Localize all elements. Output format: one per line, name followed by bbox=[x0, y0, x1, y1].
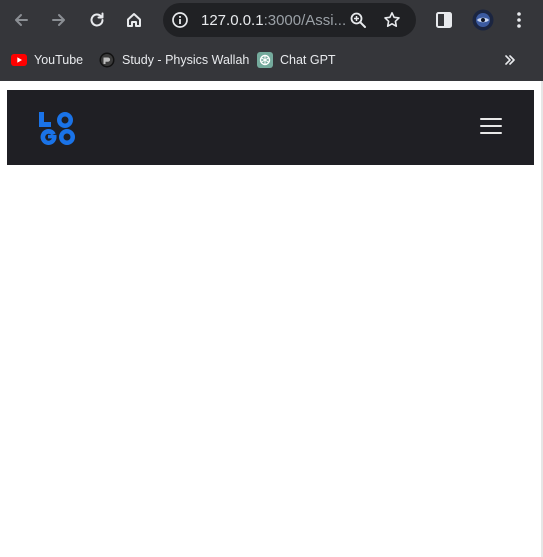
arrow-right-icon bbox=[52, 14, 65, 26]
arrow-left-icon bbox=[15, 14, 28, 26]
url-text[interactable]: 127.0.0.1:3000/Assi... bbox=[201, 12, 346, 29]
avatar bbox=[472, 9, 494, 31]
youtube-icon bbox=[11, 52, 27, 68]
physics-wallah-icon bbox=[99, 52, 115, 68]
site-navbar bbox=[7, 90, 534, 165]
bookmark-chatgpt[interactable]: Chat GPT bbox=[257, 50, 336, 70]
zoom-icon[interactable] bbox=[348, 10, 368, 30]
address-bar[interactable]: 127.0.0.1:3000/Assi... bbox=[163, 3, 416, 37]
kebab-menu-icon bbox=[517, 12, 521, 28]
home-icon bbox=[127, 13, 141, 27]
logo-mark bbox=[39, 112, 75, 145]
info-icon[interactable] bbox=[170, 10, 190, 30]
logo[interactable] bbox=[38, 111, 76, 145]
hamburger-line bbox=[480, 118, 502, 120]
browser-chrome: 127.0.0.1:3000/Assi... YouTube Study - P… bbox=[0, 0, 543, 81]
side-panel-icon bbox=[436, 12, 452, 28]
bookmark-physics-wallah[interactable]: Study - Physics Wallah bbox=[99, 50, 249, 70]
profile-button[interactable] bbox=[468, 5, 498, 35]
reload-button[interactable] bbox=[82, 5, 112, 35]
bookmark-label: Study - Physics Wallah bbox=[122, 53, 250, 67]
page-viewport bbox=[0, 81, 543, 557]
menu-button[interactable] bbox=[504, 5, 534, 35]
bookmark-youtube[interactable]: YouTube bbox=[11, 50, 83, 70]
browser-toolbar: 127.0.0.1:3000/Assi... bbox=[0, 0, 543, 40]
more-bookmarks-button[interactable] bbox=[500, 50, 520, 70]
chatgpt-icon bbox=[257, 52, 273, 68]
back-button[interactable] bbox=[6, 5, 36, 35]
star-icon[interactable] bbox=[382, 10, 402, 30]
reload-icon bbox=[90, 12, 104, 27]
hamburger-menu-button[interactable] bbox=[480, 118, 502, 136]
bookmarks-bar: YouTube Study - Physics Wallah Chat GPT bbox=[0, 44, 543, 74]
bookmark-label: Chat GPT bbox=[280, 53, 336, 67]
double-chevron-right-icon bbox=[505, 55, 515, 65]
bookmark-label: YouTube bbox=[34, 53, 84, 67]
url-path: :3000/Assi... bbox=[263, 12, 347, 29]
hamburger-line bbox=[480, 132, 502, 134]
forward-button[interactable] bbox=[44, 5, 74, 35]
home-button[interactable] bbox=[119, 5, 149, 35]
hamburger-line bbox=[480, 125, 502, 127]
side-panel-button[interactable] bbox=[429, 5, 459, 35]
url-host: 127.0.0.1 bbox=[201, 12, 264, 29]
